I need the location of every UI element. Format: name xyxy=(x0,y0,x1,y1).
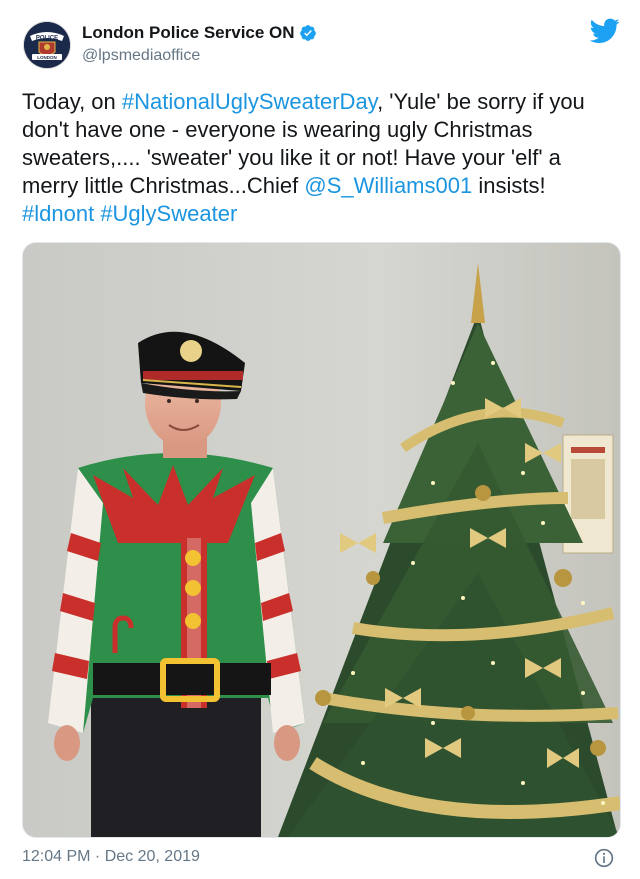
tweet-timestamp[interactable]: 12:04 PM · Dec 20, 2019 xyxy=(22,848,200,866)
hashtag-link[interactable]: #ldnont xyxy=(22,201,94,226)
hashtag-link[interactable]: #UglySweater xyxy=(100,201,237,226)
photo-scene xyxy=(23,243,620,837)
tweet-text-segment: insists! xyxy=(472,173,546,198)
tweet-text-segment: Today, on xyxy=(22,89,122,114)
tweet-card: POLICE LONDON London Police Service ON @… xyxy=(0,0,640,879)
avatar-badge-subtext: LONDON xyxy=(37,55,57,60)
author-handle[interactable]: @lpsmediaoffice xyxy=(82,47,317,65)
hashtag-link[interactable]: #NationalUglySweaterDay xyxy=(122,89,377,114)
author-name-row: London Police Service ON xyxy=(82,22,317,44)
avatar[interactable]: POLICE LONDON xyxy=(24,22,70,68)
verified-badge-icon xyxy=(299,25,316,41)
tweet-photo[interactable] xyxy=(22,242,621,838)
author-name[interactable]: London Police Service ON xyxy=(82,23,295,43)
twitter-bird-icon[interactable] xyxy=(590,18,620,44)
mention-link[interactable]: @S_Williams001 xyxy=(304,173,472,198)
avatar-badge-text: POLICE xyxy=(36,36,58,42)
police-badge-logo: POLICE LONDON xyxy=(24,22,70,68)
author-block: London Police Service ON @lpsmediaoffice xyxy=(82,22,317,65)
info-icon[interactable] xyxy=(594,848,614,868)
tweet-text: Today, on #NationalUglySweaterDay, 'Yule… xyxy=(22,88,622,228)
